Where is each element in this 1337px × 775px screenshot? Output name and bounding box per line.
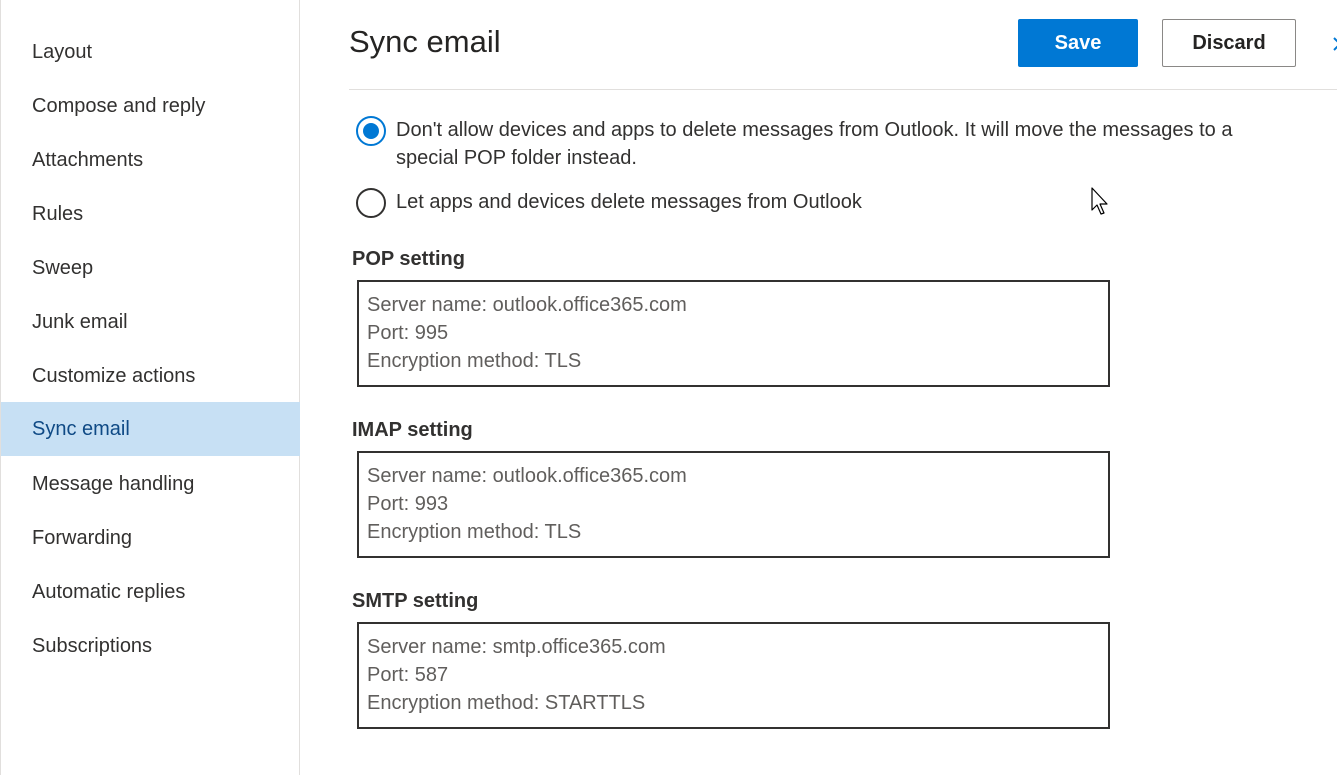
discard-button[interactable]: Discard — [1162, 19, 1296, 67]
sidebar-item-sweep[interactable]: Sweep — [1, 241, 300, 295]
smtp-encryption: Encryption method: STARTTLS — [367, 692, 646, 714]
sidebar-item-attachments[interactable]: Attachments — [1, 133, 300, 187]
pop-port: Port: 995 — [367, 322, 449, 344]
radio-dont-allow-delete[interactable]: Don't allow devices and apps to delete m… — [356, 116, 1286, 172]
close-icon[interactable] — [1330, 30, 1337, 58]
pop-setting-label: POP setting — [352, 248, 465, 270]
imap-setting-box: Server name: outlook.office365.com Port:… — [357, 451, 1110, 558]
smtp-setting-label: SMTP setting — [352, 590, 479, 612]
imap-server-name: Server name: outlook.office365.com — [367, 465, 687, 487]
sidebar-item-automatic-replies[interactable]: Automatic replies — [1, 565, 300, 619]
smtp-setting-box: Server name: smtp.office365.com Port: 58… — [357, 622, 1110, 729]
sidebar-item-junk-email[interactable]: Junk email — [1, 295, 300, 349]
pop-setting-box: Server name: outlook.office365.com Port:… — [357, 280, 1110, 387]
header-divider — [349, 89, 1337, 90]
mouse-pointer-icon — [1090, 186, 1112, 216]
radio-label: Don't allow devices and apps to delete m… — [396, 119, 1233, 169]
imap-encryption: Encryption method: TLS — [367, 521, 582, 543]
sidebar-item-layout[interactable]: Layout — [1, 25, 300, 79]
radio-allow-delete[interactable]: Let apps and devices delete messages fro… — [356, 188, 1286, 218]
radio-button[interactable] — [356, 188, 386, 218]
sidebar-item-rules[interactable]: Rules — [1, 187, 300, 241]
imap-port: Port: 993 — [367, 493, 449, 515]
save-button[interactable]: Save — [1018, 19, 1138, 67]
sidebar-item-compose-and-reply[interactable]: Compose and reply — [1, 79, 300, 133]
settings-panel: Sync email Save Discard Don't allow devi… — [300, 0, 1337, 775]
sidebar-item-forwarding[interactable]: Forwarding — [1, 511, 300, 565]
radio-button-checked[interactable] — [356, 116, 386, 146]
imap-setting-label: IMAP setting — [352, 419, 473, 441]
pop-server-name: Server name: outlook.office365.com — [367, 294, 687, 316]
smtp-server-name: Server name: smtp.office365.com — [367, 636, 666, 658]
settings-sidebar: Layout Compose and reply Attachments Rul… — [0, 0, 300, 775]
sidebar-item-customize-actions[interactable]: Customize actions — [1, 349, 300, 403]
radio-label: Let apps and devices delete messages fro… — [396, 191, 862, 213]
page-title: Sync email — [349, 24, 501, 59]
scrolled-off-text — [349, 76, 949, 88]
pop-encryption: Encryption method: TLS — [367, 350, 582, 372]
smtp-port: Port: 587 — [367, 664, 449, 686]
sidebar-item-sync-email[interactable]: Sync email — [1, 402, 300, 456]
sidebar-item-subscriptions[interactable]: Subscriptions — [1, 619, 300, 673]
sidebar-item-message-handling[interactable]: Message handling — [1, 457, 300, 511]
